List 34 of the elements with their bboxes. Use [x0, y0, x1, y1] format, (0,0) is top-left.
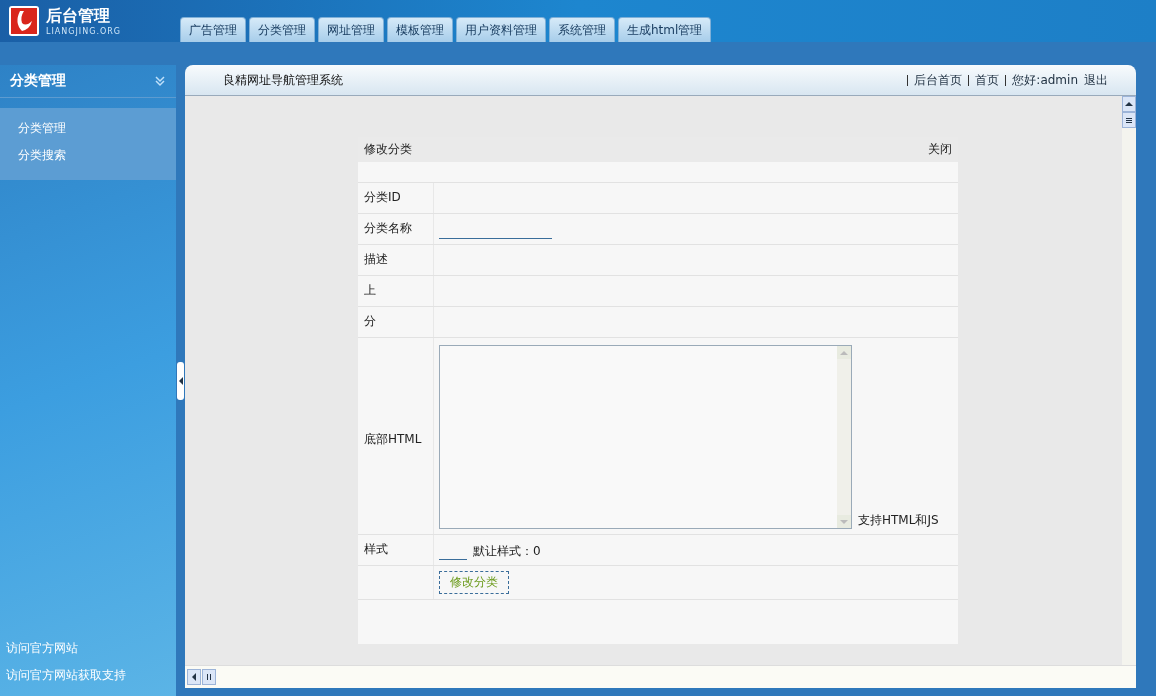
nav-tab[interactable]: 用户资料管理: [456, 17, 546, 42]
nav-tab[interactable]: 广告管理: [180, 17, 246, 42]
header-link[interactable]: 后台首页: [914, 71, 963, 89]
field-label: 样式: [364, 541, 388, 558]
collapse-icon[interactable]: [154, 75, 166, 87]
form-title: 修改分类: [364, 141, 412, 158]
logo-subtitle: LIANGJING.ORG: [46, 27, 121, 36]
nav-tab[interactable]: 网址管理: [318, 17, 384, 42]
field-label: 分类ID: [364, 189, 401, 206]
field-label: 分类名称: [364, 220, 412, 237]
field-label: 分: [364, 313, 376, 330]
sidebar-title: 分类管理: [10, 72, 66, 90]
field-label: 描述: [364, 251, 388, 268]
scroll-left-icon[interactable]: [190, 673, 198, 681]
left-arrow-icon: [178, 376, 183, 385]
field-label: 上: [364, 282, 376, 299]
scroll-thumb-icon[interactable]: [205, 673, 213, 681]
scroll-thumb-icon[interactable]: [1125, 116, 1133, 124]
nav-tab[interactable]: 模板管理: [387, 17, 453, 42]
logo-title: 后台管理: [46, 6, 111, 27]
field-note: 默让样式：0: [473, 543, 541, 560]
close-link[interactable]: 关闭: [928, 141, 952, 158]
nav-tab[interactable]: 系统管理: [549, 17, 615, 42]
logo-icon: [8, 5, 40, 37]
scroll-up-icon[interactable]: [1125, 100, 1133, 108]
header-link[interactable]: 您好:admin: [1012, 71, 1078, 89]
nav-tab[interactable]: 分类管理: [249, 17, 315, 42]
header-link[interactable]: 退出: [1084, 71, 1108, 89]
nav-tab[interactable]: 生成html管理: [618, 17, 712, 42]
field-note: 支持HTML和JS: [858, 512, 939, 529]
collapse-handle[interactable]: [177, 361, 184, 400]
system-title: 良精网址导航管理系统: [223, 71, 343, 89]
field-label: 底部HTML: [364, 430, 422, 448]
header-link[interactable]: 首页: [975, 71, 1000, 89]
